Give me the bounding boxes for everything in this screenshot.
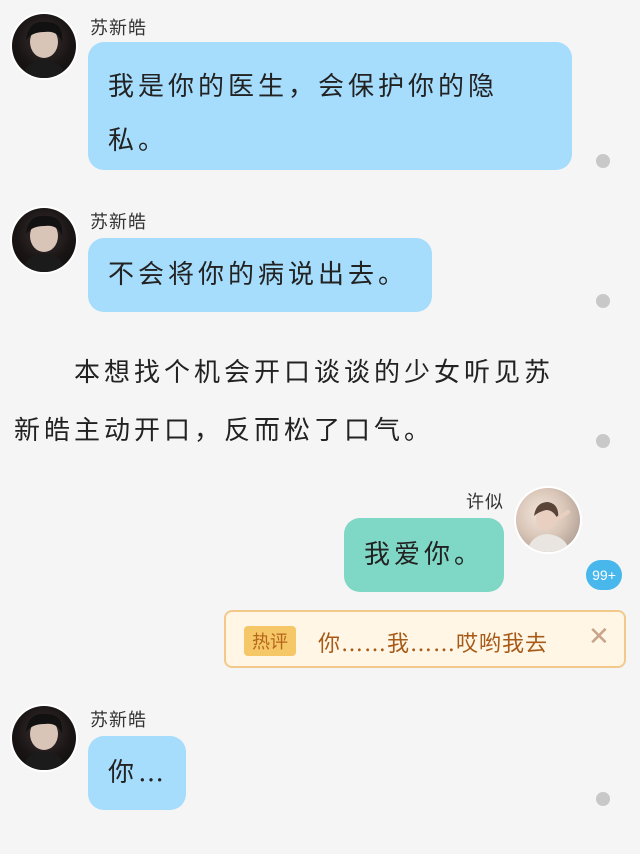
hot-comment-text: 你……我……哎哟我去 <box>318 632 549 657</box>
message-bubble[interactable]: 我是你的医生，会保护你的隐私。 <box>88 42 572 170</box>
person-avatar-icon <box>526 502 570 552</box>
person-avatar-icon <box>22 713 66 770</box>
narration-text: 本想找个机会开口谈谈的少女听见苏新皓主动开口，反而松了口气。 <box>14 358 555 446</box>
sender-name: 苏新皓 <box>90 710 147 731</box>
message-bubble[interactable]: 不会将你的病说出去。 <box>88 238 432 312</box>
sender-name: 苏新皓 <box>90 212 147 233</box>
read-status-dot <box>596 792 610 806</box>
hot-comment-tag: 热评 <box>244 626 296 656</box>
sender-name: 苏新皓 <box>90 18 147 39</box>
person-avatar-icon <box>22 215 66 272</box>
message-text: 不会将你的病说出去。 <box>108 260 409 290</box>
avatar-su-xinhao[interactable] <box>12 208 76 272</box>
comment-count-badge[interactable]: 99+ <box>586 560 622 590</box>
hot-comment-box[interactable]: 热评 你……我……哎哟我去 ✕ <box>224 610 626 668</box>
read-status-dot <box>596 294 610 308</box>
avatar-su-xinhao[interactable] <box>12 14 76 78</box>
person-avatar-icon <box>22 21 66 78</box>
message-text: 我是你的医生，会保护你的隐私。 <box>108 72 499 156</box>
message-bubble[interactable]: 你… <box>88 736 186 810</box>
close-icon[interactable]: ✕ <box>588 622 610 652</box>
message-bubble[interactable]: 我爱你。 <box>344 518 504 592</box>
message-text: 你… <box>108 758 169 788</box>
sender-name: 许似 <box>466 492 504 513</box>
read-status-dot <box>596 154 610 168</box>
message-text: 我爱你。 <box>364 540 485 570</box>
avatar-xu-si[interactable] <box>516 488 580 552</box>
read-status-dot <box>596 434 610 448</box>
avatar-su-xinhao[interactable] <box>12 706 76 770</box>
